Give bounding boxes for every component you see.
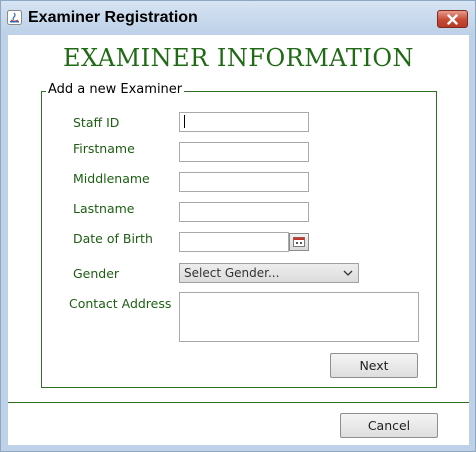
cancel-button[interactable]: Cancel	[340, 413, 438, 438]
java-app-icon	[7, 10, 22, 25]
divider	[8, 402, 469, 403]
middlename-input[interactable]	[179, 172, 309, 192]
page-title: EXAMINER INFORMATION	[63, 44, 414, 72]
dialog-content: EXAMINER INFORMATION Add a new Examiner …	[8, 35, 469, 445]
middlename-label: Middlename	[73, 171, 150, 186]
calendar-icon	[293, 237, 305, 247]
date-picker-button[interactable]	[289, 233, 309, 251]
close-button[interactable]	[437, 10, 468, 28]
examiner-registration-window: Examiner Registration EXAMINER INFORMATI…	[0, 0, 476, 452]
close-icon	[447, 13, 458, 25]
firstname-label: Firstname	[73, 141, 135, 156]
lastname-label: Lastname	[73, 201, 135, 216]
window-title: Examiner Registration	[28, 9, 198, 26]
group-title: Add a new Examiner	[46, 82, 185, 97]
gender-label: Gender	[73, 266, 120, 281]
contact-address-textarea[interactable]	[179, 292, 419, 342]
contact-address-label: Contact Address	[69, 296, 172, 311]
next-button[interactable]: Next	[330, 353, 418, 378]
date-of-birth-input[interactable]	[179, 232, 289, 252]
chevron-down-icon	[343, 270, 353, 276]
firstname-input[interactable]	[179, 142, 309, 162]
gender-selected-value: Select Gender...	[184, 266, 280, 280]
date-of-birth-label: Date of Birth	[73, 231, 153, 246]
staff-id-input[interactable]	[179, 112, 309, 132]
lastname-input[interactable]	[179, 202, 309, 222]
staff-id-label: Staff ID	[73, 115, 120, 130]
title-bar[interactable]: Examiner Registration	[1, 1, 475, 35]
text-caret	[184, 115, 185, 128]
gender-select[interactable]: Select Gender...	[179, 263, 359, 283]
